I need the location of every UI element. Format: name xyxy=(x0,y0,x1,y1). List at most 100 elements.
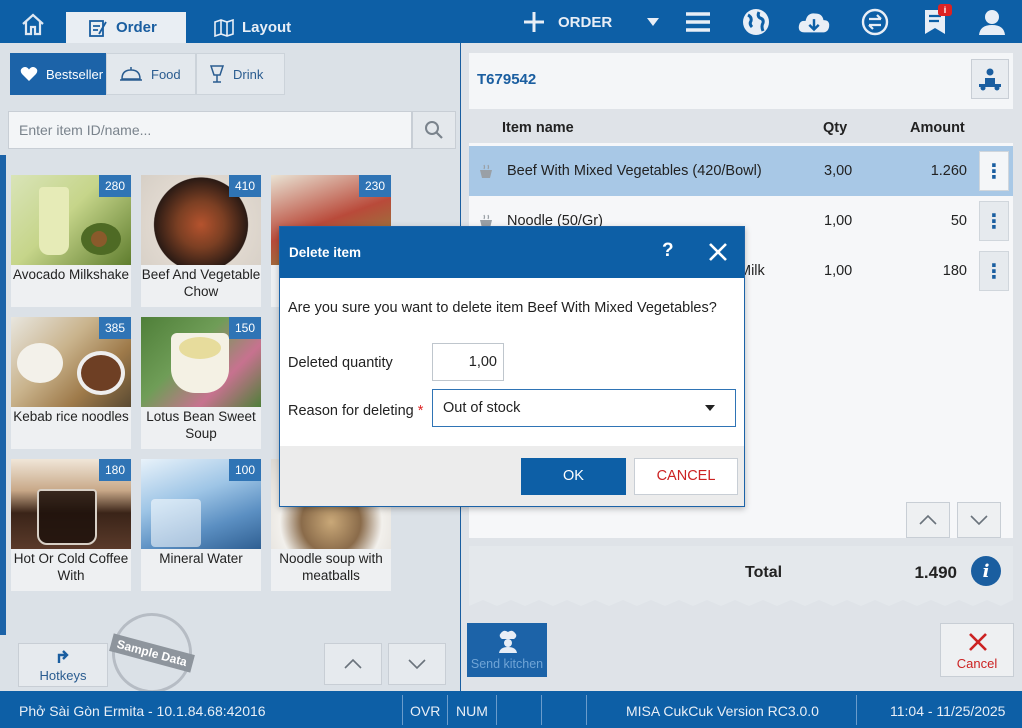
order-list-down-button[interactable] xyxy=(957,502,1001,538)
items-page-up-button[interactable] xyxy=(324,643,382,685)
menu-item-card[interactable]: 150 Lotus Bean Sweet Soup xyxy=(141,317,261,449)
category-drink[interactable]: Drink xyxy=(196,53,285,95)
cloud-download-icon xyxy=(798,13,830,33)
row-amount: 50 xyxy=(950,213,967,229)
send-kitchen-label: Send kitchen xyxy=(470,657,544,671)
search-field xyxy=(8,111,412,149)
close-dialog-button[interactable] xyxy=(706,240,730,264)
search-input[interactable] xyxy=(19,122,401,138)
order-row[interactable]: Beef With Mixed Vegetables (420/Bowl) 3,… xyxy=(469,146,1013,196)
new-order-button[interactable]: ORDER xyxy=(522,6,612,38)
hotkey-arrow-icon xyxy=(57,650,69,663)
chevron-down-icon xyxy=(408,659,426,670)
num-indicator: NUM xyxy=(456,703,488,719)
menu-item-card[interactable]: 410 Beef And Vegetable Chow xyxy=(141,175,261,307)
more-vertical-icon: ⋮ xyxy=(984,210,1004,233)
column-item-name: Item name xyxy=(502,120,574,136)
ok-button[interactable]: OK xyxy=(521,458,626,495)
divider xyxy=(496,695,497,725)
order-dropdown[interactable] xyxy=(636,6,670,38)
order-info-button[interactable]: i xyxy=(971,556,1001,586)
divider xyxy=(447,695,448,725)
row-qty: 1,00 xyxy=(824,213,853,229)
version-info: MISA CukCuk Version RC3.0.0 xyxy=(626,703,819,719)
menu-item-card[interactable]: 180 Hot Or Cold Coffee With xyxy=(11,459,131,591)
delete-item-dialog: Delete item ? Are you sure you want to d… xyxy=(279,226,745,507)
menu-item-card[interactable]: 280 Avocado Milkshake xyxy=(11,175,131,307)
category-label: Drink xyxy=(233,66,264,82)
chevron-up-icon xyxy=(344,658,362,669)
category-label: Bestseller xyxy=(46,66,104,82)
reason-value: Out of stock xyxy=(443,400,521,416)
items-page-down-button[interactable] xyxy=(388,643,446,685)
menu-item-card[interactable]: 385 Kebab rice noodles xyxy=(11,317,131,449)
row-more-button[interactable]: ⋮ xyxy=(979,201,1009,241)
tab-order-label: Order xyxy=(116,19,157,36)
tab-order[interactable]: Order xyxy=(66,12,186,43)
divider xyxy=(856,695,857,725)
notification-badge: i xyxy=(938,4,952,16)
category-bestseller[interactable]: Bestseller xyxy=(10,53,106,95)
more-vertical-icon: ⋮ xyxy=(984,160,1004,183)
store-info: Phở Sài Gòn Ermita - 10.1.84.68:42016 xyxy=(19,703,266,719)
order-list-up-button[interactable] xyxy=(906,502,950,538)
user-icon xyxy=(979,10,1005,35)
row-more-button[interactable]: ⋮ xyxy=(979,251,1009,291)
category-food[interactable]: Food xyxy=(106,53,196,95)
item-price: 410 xyxy=(228,175,261,197)
delivery-button[interactable] xyxy=(971,59,1009,99)
search-button[interactable] xyxy=(412,111,456,149)
row-item-name: Beef With Mixed Vegetables (420/Bowl) xyxy=(507,163,762,179)
cancel-order-button[interactable]: Cancel xyxy=(940,623,1014,677)
stamp-text: Sample Data xyxy=(109,633,195,673)
total-label: Total xyxy=(745,564,783,581)
row-amount: 180 xyxy=(942,263,967,279)
dialog-title: Delete item xyxy=(289,245,362,260)
home-button[interactable] xyxy=(10,8,56,40)
item-name: Avocado Milkshake xyxy=(12,267,130,282)
dropdown-icon xyxy=(647,18,659,26)
column-qty: Qty xyxy=(823,120,848,136)
hotkeys-button[interactable]: Hotkeys xyxy=(18,643,108,687)
search-icon xyxy=(425,121,443,139)
chevron-up-icon xyxy=(919,514,937,525)
delivery-icon xyxy=(979,68,1001,91)
item-name: Hot Or Cold Coffee With xyxy=(13,551,129,583)
chef-icon xyxy=(499,630,517,653)
row-qty: 1,00 xyxy=(824,263,853,279)
datetime: 11:04 - 11/25/2025 xyxy=(890,703,1006,719)
tab-layout[interactable]: Layout xyxy=(214,12,304,43)
send-kitchen-button[interactable]: Send kitchen xyxy=(467,623,547,677)
total-bar: Total 1.490 i xyxy=(469,546,1013,594)
status-bar: Phở Sài Gòn Ermita - 10.1.84.68:42016 OV… xyxy=(0,691,1022,728)
reason-label-text: Reason for deleting xyxy=(288,403,414,419)
sync-button[interactable] xyxy=(858,6,892,38)
dialog-header: Delete item ? xyxy=(280,227,744,278)
new-order-label: ORDER xyxy=(558,13,613,31)
globe-icon xyxy=(743,9,769,35)
order-header: T679542 xyxy=(469,53,1013,109)
dialog-message: Are you sure you want to delete item Bee… xyxy=(288,300,717,316)
reason-label: Reason for deleting * xyxy=(288,403,423,419)
top-bar: Order Layout ORDER i xyxy=(0,0,1022,43)
user-button[interactable] xyxy=(975,6,1009,38)
deleted-quantity-input[interactable]: 1,00 xyxy=(432,343,504,381)
total-value: 1.490 xyxy=(914,563,957,582)
language-button[interactable] xyxy=(739,6,773,38)
notification-button[interactable]: i xyxy=(918,4,952,38)
item-name: Lotus Bean Sweet Soup xyxy=(146,409,256,441)
panel-accent xyxy=(0,155,6,635)
menu-icon xyxy=(686,12,710,32)
item-name: Noodle soup with meatballs xyxy=(279,551,383,583)
menu-button[interactable] xyxy=(681,6,715,38)
ovr-indicator: OVR xyxy=(410,703,441,719)
cancel-button[interactable]: CANCEL xyxy=(634,458,738,495)
reason-select[interactable]: Out of stock xyxy=(432,389,736,427)
item-price: 280 xyxy=(98,175,131,197)
receipt-tear-edge xyxy=(469,594,1013,606)
close-icon xyxy=(969,633,987,651)
help-button[interactable]: ? xyxy=(662,240,674,262)
download-button[interactable] xyxy=(797,6,831,38)
row-more-button[interactable]: ⋮ xyxy=(979,151,1009,191)
menu-item-card[interactable]: 100 Mineral Water xyxy=(141,459,261,591)
